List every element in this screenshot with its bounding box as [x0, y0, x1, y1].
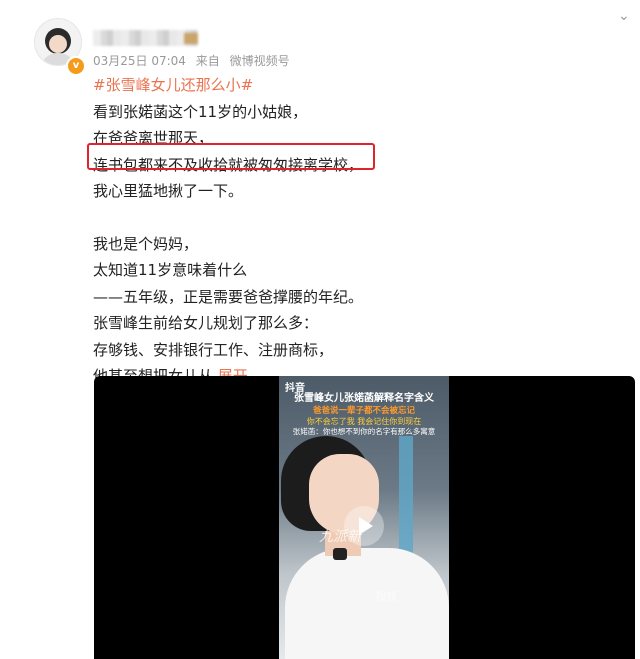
- post-line: 太知道11岁意味着什么: [93, 261, 248, 279]
- post-line: 我心里猛地揪了一下。: [93, 182, 244, 200]
- avatar-face: [49, 35, 67, 53]
- post-line: 张雪峰生前给女儿规划了那么多：: [93, 314, 319, 332]
- post-source-prefix: 来自: [195, 54, 220, 68]
- video-watermark-2: 视频: [375, 590, 397, 603]
- post-line: 我也是个妈妈，: [93, 234, 199, 253]
- post-meta: 03月25日 07:04 来自 微博视频号: [93, 52, 296, 69]
- username-blur-accent: [184, 33, 198, 44]
- username-blurred[interactable]: [93, 30, 198, 46]
- video-player[interactable]: 抖音 张雪峰女儿张婼菡解释名字含义 爸爸说一辈子都不会被忘记 你不会忘了我 我会…: [94, 376, 635, 659]
- video-caption-line4: 张婼菡：你也想不到你的名字有那么多寓意: [292, 427, 436, 436]
- highlight-annotation-box: [87, 143, 375, 170]
- play-button-icon[interactable]: [344, 506, 384, 546]
- topic-hashtag[interactable]: #张雪峰女儿还那么小#: [93, 72, 613, 99]
- post-line: 存够钱、安排银行工作、注册商标，: [93, 340, 334, 359]
- post-menu-chevron-icon[interactable]: ⌄: [618, 8, 630, 24]
- girl-shirt: [285, 548, 449, 659]
- verified-badge-icon: v: [66, 56, 86, 76]
- post-body: #张雪峰女儿还那么小# 看到张婼菡这个11岁的小姑娘， 在爸爸离世那天， 连书包…: [93, 72, 613, 390]
- post-line: 看到张婼菡这个11岁的小姑娘，: [93, 102, 308, 121]
- video-caption-line2: 爸爸说一辈子都不会被忘记: [312, 406, 415, 416]
- video-caption-title: 张雪峰女儿张婼菡解释名字含义: [294, 393, 434, 404]
- post-source[interactable]: 微博视频号: [230, 54, 290, 68]
- post-timestamp[interactable]: 03月25日 07:04: [93, 54, 186, 68]
- post-line: ——五年级，正是需要爸爸撑腰的年纪。: [93, 287, 364, 306]
- lapel-mic: [333, 548, 347, 560]
- weibo-post-card: v ⌄ 03月25日 07:04 来自 微博视频号 #张雪峰女儿还那么小# 看到…: [0, 0, 640, 659]
